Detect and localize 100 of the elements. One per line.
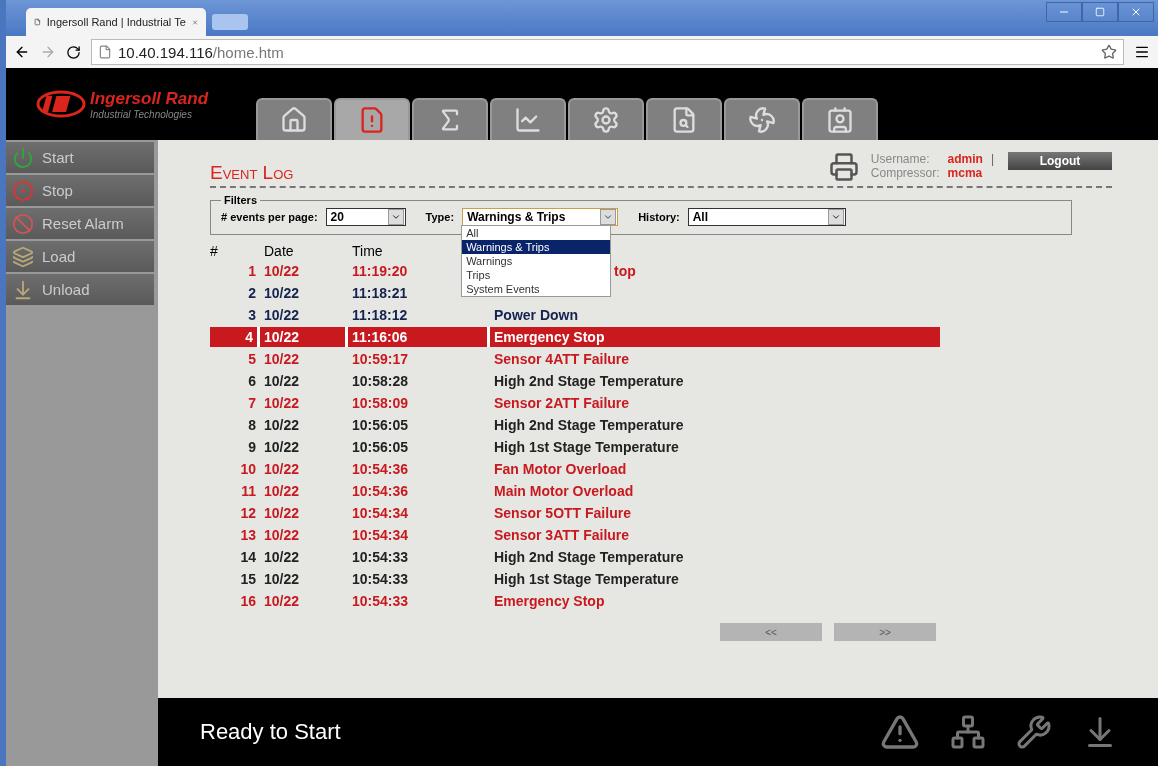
row-number: 3: [247, 306, 257, 325]
sidebar-button[interactable]: Start: [6, 142, 154, 173]
menu-icon[interactable]: [1134, 44, 1150, 60]
id-card-icon: [826, 106, 854, 134]
time-cell-text: 11:19:20: [351, 262, 409, 281]
time-cell: 11:16:06: [348, 327, 490, 347]
logo-icon: [36, 90, 86, 118]
date-cell-text: 10/22: [263, 350, 301, 369]
row-number: 1: [247, 262, 257, 281]
nav-tab[interactable]: [646, 98, 722, 140]
event-cell-text: High 2nd Stage Temperature: [493, 548, 685, 567]
time-cell-text: 10:54:34: [351, 504, 410, 523]
home-icon: [280, 106, 308, 134]
date-cell-text: 10/22: [263, 504, 301, 523]
time-cell-text: 10:58:09: [351, 394, 410, 413]
maximize-button[interactable]: [1082, 2, 1118, 22]
event-cell-text: top: [613, 262, 637, 281]
row-number: 5: [247, 350, 257, 369]
row-number: 13: [239, 526, 257, 545]
sidebar-button[interactable]: Load: [6, 241, 154, 272]
event-cell-text: Sensor 4ATT Failure: [493, 350, 631, 369]
nav-tab[interactable]: [724, 98, 800, 140]
type-select[interactable]: Warnings & Trips: [462, 208, 619, 226]
nav-tab[interactable]: [490, 98, 566, 140]
fan-icon: [748, 106, 776, 134]
compressor-label: Compressor:: [870, 166, 940, 180]
time-cell-text: 10:54:36: [351, 482, 410, 501]
time-cell-text: 10:54:33: [351, 592, 410, 611]
nav-tab[interactable]: [412, 98, 488, 140]
brand-name: Ingersoll Rand: [90, 88, 209, 109]
back-icon[interactable]: [14, 44, 30, 60]
network-icon[interactable]: [950, 714, 986, 750]
sidebar-button[interactable]: Unload: [6, 274, 154, 305]
filters-legend: Filters: [221, 194, 260, 206]
event-cell-text: Sensor 3ATT Failure: [493, 526, 631, 545]
star-icon[interactable]: [1101, 44, 1117, 60]
row-number: 16: [239, 592, 257, 611]
time-cell-text: 10:54:34: [351, 526, 410, 545]
column-header: Date: [263, 243, 294, 259]
stop-icon: [12, 179, 34, 202]
row-number: 14: [239, 548, 257, 567]
minimize-button[interactable]: [1046, 2, 1082, 22]
event-cell-text: High 1st Stage Temperature: [493, 570, 680, 589]
date-cell-text: 10/22: [263, 416, 301, 435]
wrench-icon[interactable]: [1016, 714, 1052, 750]
row-number: 4: [210, 327, 260, 347]
date-cell-text: 10/22: [263, 526, 301, 545]
date-cell-text: 10/22: [263, 306, 301, 325]
date-cell: 10/22: [260, 327, 348, 347]
row-number: 9: [247, 438, 257, 457]
load-icon: [12, 245, 34, 268]
sidebar-button[interactable]: Stop: [6, 175, 154, 206]
date-cell-text: 10/22: [263, 394, 301, 413]
maximize-icon: [1095, 7, 1105, 17]
event-cell-text: High 2nd Stage Temperature: [493, 372, 685, 391]
next-page-button[interactable]: >>: [834, 623, 936, 641]
address-path: /home.htm: [212, 43, 284, 61]
page-icon: [98, 45, 112, 59]
forward-icon[interactable]: [40, 44, 56, 60]
tab-title: Ingersoll Rand | Industrial Te: [46, 16, 186, 28]
nav-tab[interactable]: [334, 98, 410, 140]
previous-page-button[interactable]: <<: [720, 623, 822, 641]
nav-tab[interactable]: [256, 98, 332, 140]
sidebar-button[interactable]: Reset Alarm: [6, 208, 154, 239]
nav-tab[interactable]: [802, 98, 878, 140]
logout-button[interactable]: Logout: [1008, 152, 1112, 170]
event-cell-text: Main Motor Overload: [493, 482, 635, 501]
row-number: 15: [239, 570, 257, 589]
address-bar[interactable]: 10.40.194.116/home.htm: [91, 39, 1124, 65]
username-value: admin: [947, 152, 983, 166]
row-number: 12: [239, 504, 257, 523]
row-number: 7: [247, 394, 257, 413]
per-page-select[interactable]: 20: [325, 208, 406, 226]
history-select[interactable]: All: [687, 208, 846, 226]
printer-icon[interactable]: [828, 152, 859, 182]
compressor-value: mcma: [947, 166, 983, 180]
event-cell-text: High 1st Stage Temperature: [493, 438, 680, 457]
nav-tab[interactable]: [568, 98, 644, 140]
event-cell-text: Sensor 5OTT Failure: [493, 504, 632, 523]
time-cell-text: 10:54:33: [351, 548, 410, 567]
browser-tab[interactable]: Ingersoll Rand | Industrial Te: [26, 8, 206, 36]
no-sign-icon: [12, 212, 34, 235]
power-icon: [12, 146, 34, 169]
date-cell-text: 10/22: [263, 482, 301, 501]
username-label: Username:: [870, 152, 931, 166]
chart-icon: [514, 106, 542, 134]
dropdown-option[interactable]: Warnings & Trips: [462, 240, 611, 254]
event-cell-text: Fan Motor Overload: [493, 460, 628, 479]
date-cell-text: 10/22: [263, 372, 301, 391]
warning-icon[interactable]: [880, 712, 920, 752]
reload-icon[interactable]: [66, 44, 81, 60]
event-cell-text: Emergency Stop: [493, 592, 606, 611]
event-cell: Emergency Stop: [490, 327, 940, 347]
close-window-button[interactable]: [1118, 2, 1154, 22]
event-cell-text: Power Down: [493, 306, 579, 325]
date-cell-text: 10/22: [263, 592, 301, 611]
event-cell-text: Sensor 2ATT Failure: [493, 394, 631, 413]
history-label: History:: [638, 211, 680, 223]
time-cell-text: 10:56:05: [351, 416, 410, 435]
time-cell-text: 10:59:17: [351, 350, 410, 369]
